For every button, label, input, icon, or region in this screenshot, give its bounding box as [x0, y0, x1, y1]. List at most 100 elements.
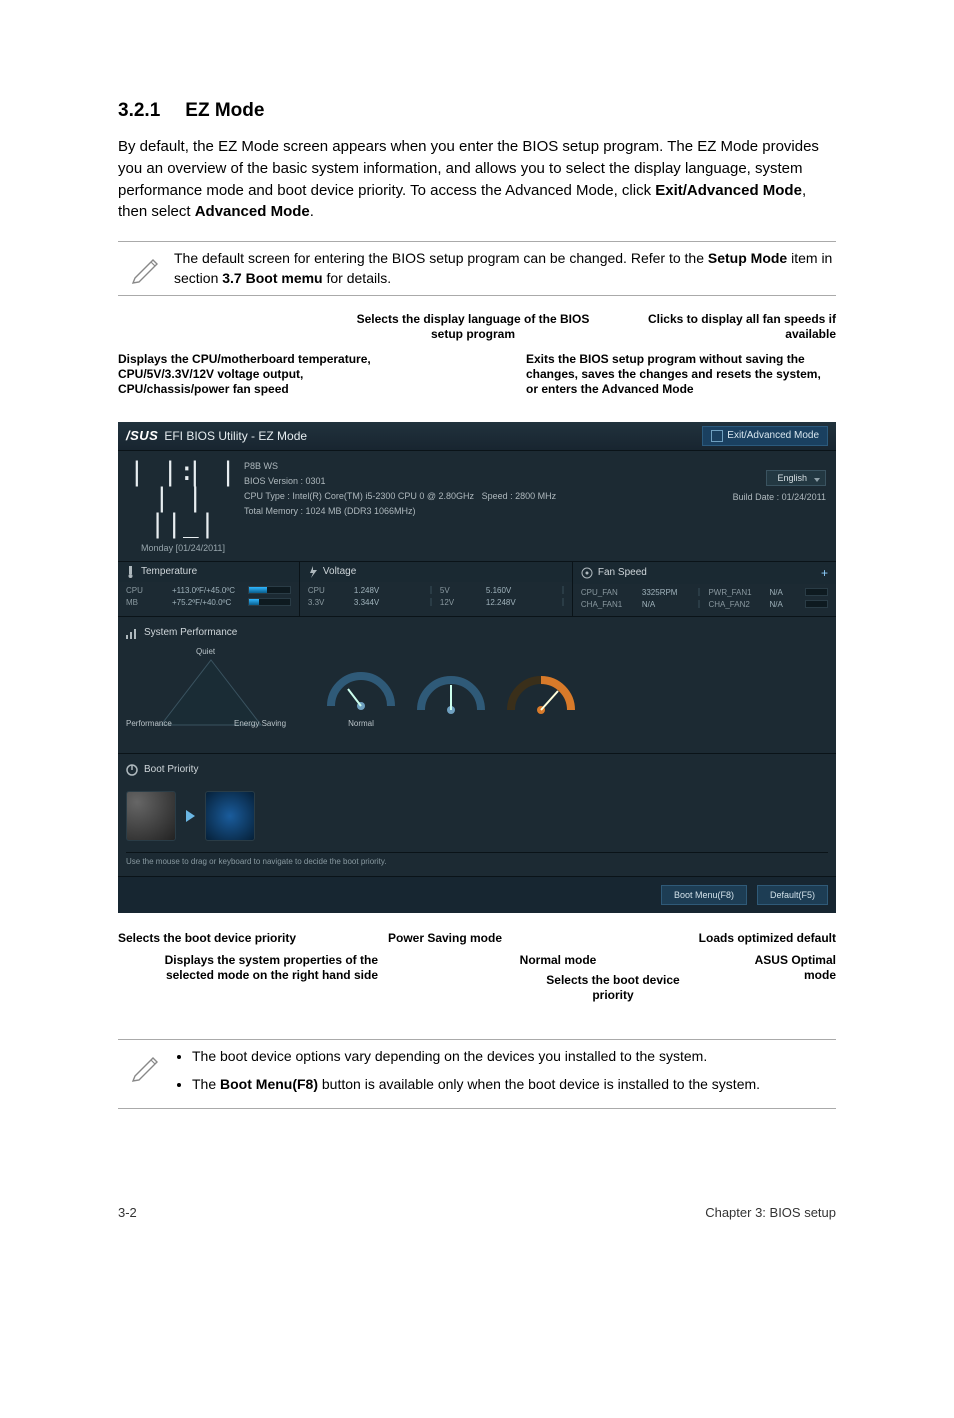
boot-device-shield[interactable]	[205, 791, 255, 841]
t: CHA_FAN2	[708, 600, 763, 609]
callouts-bottom: Selects the boot device priority Power S…	[118, 931, 836, 1023]
boot-menu-button[interactable]: Boot Menu(F8)	[661, 885, 747, 905]
bios-title: EFI BIOS Utility - EZ Mode	[164, 429, 307, 443]
board-name: P8B WS	[244, 459, 686, 474]
t: +75.2ºF/+40.0ºC	[172, 598, 242, 607]
fan-icon	[581, 567, 593, 579]
default-button[interactable]: Default(F5)	[757, 885, 828, 905]
perf-triangle[interactable]: Quiet Performance Energy Saving	[126, 647, 306, 737]
page-footer: 3-2 Chapter 3: BIOS setup	[0, 1165, 954, 1240]
page-number: 3-2	[118, 1205, 137, 1220]
note-2-item-2: The Boot Menu(F8) button is available on…	[192, 1074, 836, 1094]
thermometer-icon	[126, 566, 136, 578]
pencil-icon	[118, 1046, 174, 1082]
lang-col: English Build Date : 01/24/2011	[686, 459, 826, 553]
panel-temperature: Temperature CPU+113.0ºF/+45.0ºC MB+75.2º…	[118, 562, 300, 616]
t: The default screen for entering the BIOS…	[174, 250, 708, 266]
t: 5.160V	[486, 586, 556, 595]
note-box-1: The default screen for entering the BIOS…	[118, 241, 836, 296]
t: 3325RPM	[642, 588, 692, 597]
t: CHA_FAN1	[581, 600, 636, 609]
t: for details.	[323, 270, 391, 286]
bios-version: BIOS Version : 0301	[244, 474, 686, 489]
boot-device-disk[interactable]	[126, 791, 176, 841]
metrics-row: Temperature CPU+113.0ºF/+45.0ºC MB+75.2º…	[118, 561, 836, 616]
bold-exit-adv: Exit/Advanced Mode	[655, 182, 802, 199]
gauge-normal[interactable]: Normal	[326, 656, 396, 728]
gauge-3[interactable]	[506, 660, 576, 723]
callout-exit-adv: Exits the BIOS setup program without sav…	[526, 352, 836, 397]
pencil-icon	[118, 248, 174, 284]
clock: | |:| | | | ||_|	[128, 459, 238, 537]
callout-optimized: Loads optimized default	[656, 931, 836, 946]
gauge-2[interactable]	[416, 660, 486, 723]
board-info: P8B WS BIOS Version : 0301 CPU Type : In…	[238, 459, 686, 553]
date-text: Monday [01/24/2011]	[128, 543, 238, 553]
exit-icon	[711, 430, 723, 442]
cpu-type: CPU Type : Intel(R) Core(TM) i5-2300 CPU…	[244, 491, 474, 501]
callout-temp-voltage: Displays the CPU/motherboard temperature…	[118, 352, 398, 397]
boot-priority-section: Boot Priority Use the mouse to drag or k…	[118, 753, 836, 876]
t: 5V	[440, 586, 480, 595]
callout-boot-priority: Selects the boot device priority	[118, 931, 348, 946]
callout-fan-speeds: Clicks to display all fan speeds if avai…	[636, 312, 836, 342]
intro-paragraph: By default, the EZ Mode screen appears w…	[118, 136, 836, 223]
system-performance-section: System Performance Quiet Performance Ene…	[118, 616, 836, 753]
note-2-text: The boot device options vary depending o…	[174, 1046, 836, 1103]
default-label: Default(F5)	[770, 890, 815, 900]
callout-properties: Displays the system properties of the se…	[128, 953, 378, 983]
t: +113.0ºF/+45.0ºC	[172, 586, 242, 595]
t: 1.248V	[354, 586, 424, 595]
boot-hint: Use the mouse to drag or keyboard to nav…	[126, 852, 828, 870]
t: CPU	[308, 586, 348, 595]
total-memory: Total Memory : 1024 MB (DDR3 1066MHz)	[244, 504, 686, 519]
clock-box: | |:| | | | ||_| Monday [01/24/2011]	[128, 459, 238, 553]
callout-select-boot: Selects the boot device priority	[538, 973, 688, 1003]
section-title: EZ Mode	[185, 100, 264, 121]
panel-temp-label: Temperature	[141, 566, 197, 577]
boot-menu-label: Boot Menu(F8)	[674, 890, 734, 900]
note-1-text: The default screen for entering the BIOS…	[174, 248, 836, 289]
callout-normal: Normal mode	[508, 953, 608, 968]
t: CPU	[126, 586, 166, 595]
callouts-top: Displays the CPU/motherboard temperature…	[118, 312, 836, 422]
bios-info-row: | |:| | | | ||_| Monday [01/24/2011] P8B…	[118, 451, 836, 561]
chart-icon	[126, 627, 138, 639]
gauge-label-normal: Normal	[326, 719, 396, 728]
callout-power-saving: Power Saving mode	[370, 931, 520, 946]
note-box-2: The boot device options vary depending o…	[118, 1039, 836, 1110]
bold-adv-mode: Advanced Mode	[195, 203, 310, 220]
t: 12.248V	[486, 598, 556, 607]
expand-fan-icon[interactable]: +	[821, 566, 828, 580]
t: button is available only when the boot d…	[318, 1076, 760, 1092]
panel-fan: Fan Speed + CPU_FAN 3325RPM CHA_FAN1 N/A P…	[573, 562, 836, 616]
cpu-speed: Speed : 2800 MHz	[482, 491, 557, 501]
callout-asus-optimal: ASUS Optimal mode	[726, 953, 836, 983]
section-heading: 3.2.1 EZ Mode	[118, 100, 836, 122]
perf-performance: Performance	[126, 719, 172, 728]
asus-logo: /SUS	[126, 428, 158, 443]
note-2-item-1: The boot device options vary depending o…	[192, 1046, 836, 1066]
t: PWR_FAN1	[708, 588, 763, 597]
section-number: 3.2.1	[118, 100, 180, 122]
panel-volt-label: Voltage	[323, 566, 356, 577]
exit-advanced-button[interactable]: Exit/Advanced Mode	[702, 426, 828, 446]
t: Boot Menu(F8)	[220, 1076, 318, 1092]
perf-energy: Energy Saving	[234, 719, 286, 728]
bolt-icon	[308, 566, 318, 578]
t: CPU_FAN	[581, 588, 636, 597]
perf-title: System Performance	[144, 627, 237, 638]
bios-screenshot: /SUS EFI BIOS Utility - EZ Mode Exit/Adv…	[118, 422, 836, 913]
panel-voltage: Voltage CPU1.248V 3.3V3.344V 5V5.160V 12…	[300, 562, 573, 616]
chapter-label: Chapter 3: BIOS setup	[705, 1205, 836, 1220]
language-select[interactable]: English	[766, 470, 826, 486]
play-icon	[186, 810, 195, 822]
panel-fan-label: Fan Speed	[598, 567, 647, 578]
boot-title: Boot Priority	[144, 764, 198, 775]
exit-adv-label: Exit/Advanced Mode	[727, 430, 819, 441]
language-label: English	[777, 473, 807, 483]
callout-lang: Selects the display language of the BIOS…	[348, 312, 598, 342]
power-icon	[126, 764, 138, 776]
t: 3.344V	[354, 598, 424, 607]
t: N/A	[642, 600, 692, 609]
